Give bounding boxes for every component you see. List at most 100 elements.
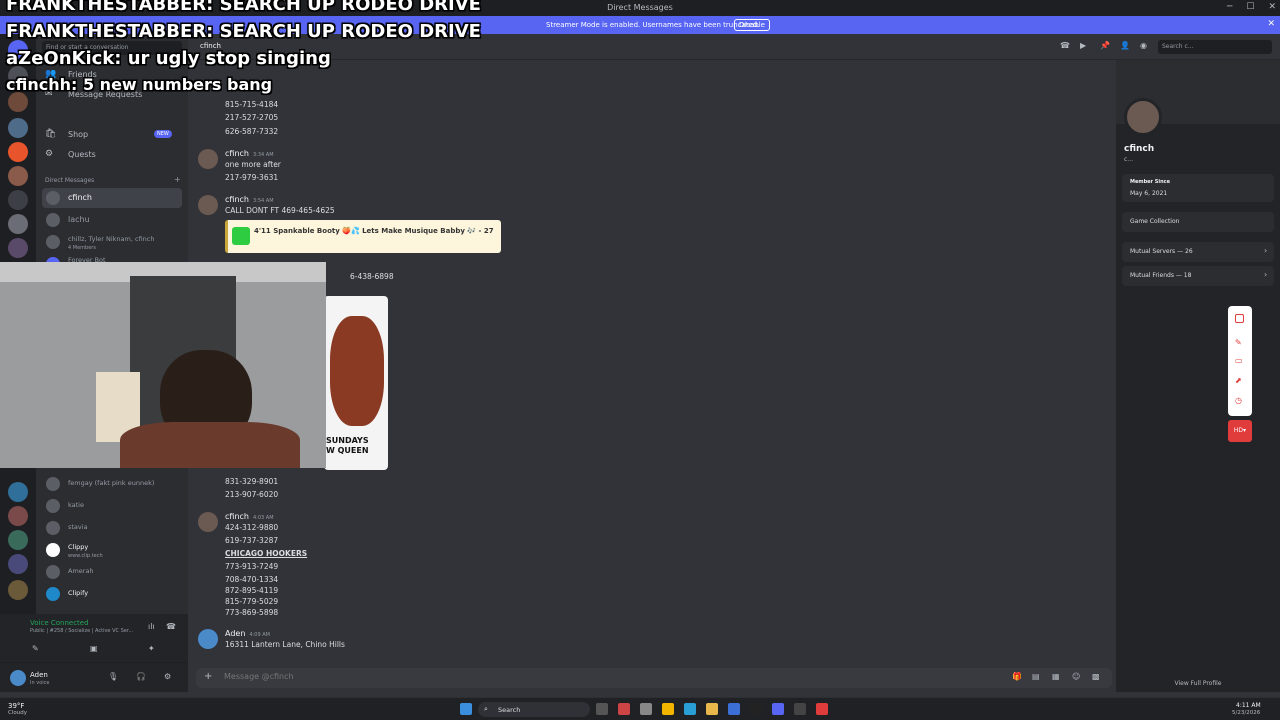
nav-quests[interactable]: ⚙ Quests [42,146,182,164]
dm-item[interactable]: cfinch [42,188,182,208]
pin-icon[interactable]: 📌 [1100,41,1110,50]
message-author[interactable]: cfinch [225,149,249,158]
nav-shop[interactable]: 🛍 Shop NEW [42,126,182,144]
emoji-icon[interactable]: ☺ [1072,672,1080,681]
avatar[interactable] [198,512,218,532]
video-call-icon[interactable]: ▶ [1080,41,1086,50]
gift-icon[interactable]: 🎁 [1012,672,1022,681]
message-author[interactable]: cfinch [225,195,249,204]
apps-icon[interactable]: ▩ [1092,672,1100,681]
server-icon[interactable] [8,482,28,502]
home-icon[interactable] [8,40,28,60]
add-dm-icon[interactable]: + [174,175,181,184]
hd-badge-icon[interactable]: HD▾ [1228,420,1252,442]
close-banner-icon[interactable]: ✕ [1267,19,1275,29]
disconnect-icon[interactable]: ☎ [166,622,176,631]
profile-toggle-icon[interactable]: ◉ [1140,41,1147,50]
message-line: 424-312-9880 [225,523,279,532]
folder-icon[interactable] [706,703,718,715]
profile-avatar[interactable] [1124,98,1162,136]
image-content [330,316,384,426]
weather-temp[interactable]: 39°F [8,702,24,710]
nav-message-requests[interactable]: ✉ Message Requests [42,86,182,104]
add-friends-icon[interactable]: 👤 [1120,41,1130,50]
app-icon[interactable] [750,703,762,715]
minimize-icon[interactable]: ─ [1227,2,1232,12]
message-author[interactable]: Aden [225,629,245,638]
attach-icon[interactable]: + [204,671,212,682]
edge-icon[interactable] [684,703,696,715]
mic-icon[interactable]: 🎙 [108,672,118,681]
record-icon[interactable] [1235,314,1244,323]
view-full-profile-link[interactable]: View Full Profile [1116,680,1280,687]
dm-item[interactable]: femgay (fakt pink eunnek) [42,474,182,494]
message-author[interactable]: cfinch [225,512,249,521]
gif-icon[interactable]: ▤ [1032,672,1040,681]
activities-icon[interactable]: ✦ [148,644,155,653]
clock-time: 4:11 AM [1236,702,1261,709]
link-embed[interactable]: 4'11 Spankable Booty 🍑💦 Lets Make Musiqu… [225,220,501,253]
search-input[interactable]: Search c... [1158,40,1272,54]
windows-start-icon[interactable] [460,703,472,715]
dm-item[interactable]: Amerah [42,562,182,582]
close-window-icon[interactable]: ✕ [1268,2,1276,12]
disable-streamer-button[interactable]: Disable [734,19,770,31]
avatar[interactable] [198,195,218,215]
app-icon[interactable] [640,703,652,715]
server-icon[interactable] [8,92,28,112]
sticker-icon[interactable]: ▦ [1052,672,1060,681]
maximize-icon[interactable]: ☐ [1246,2,1254,12]
settings-icon[interactable]: ⚙ [164,672,171,681]
message-line: CHICAGO HOOKERS [225,549,308,558]
dm-item[interactable]: stavia [42,518,182,538]
dm-item[interactable]: katie [42,496,182,516]
message-input[interactable] [224,672,924,681]
server-icon[interactable] [8,214,28,234]
crop-icon[interactable]: ▭ [1235,356,1243,365]
find-conversation-input[interactable]: Find or start a conversation [42,41,182,55]
game-collection-label: Game Collection [1130,218,1180,225]
dm-item[interactable]: chillz, Tyler Niknam, cfinch 4 Members [42,232,182,254]
message-composer: + 🎁 ▤ ▦ ☺ ▩ [196,668,1112,688]
screenshare-icon[interactable]: ▣ [90,644,98,653]
pen-icon[interactable]: ✎ [1235,338,1242,347]
server-icon[interactable] [8,66,28,86]
friends-icon: 👥 [45,69,57,79]
server-icon[interactable] [8,580,28,600]
server-icon[interactable] [8,506,28,526]
mutual-friends[interactable]: Mutual Friends — 18 › [1122,266,1274,286]
server-icon[interactable] [8,190,28,210]
voice-channel: Public | #258 / Socialize | Active VC Se… [30,628,134,634]
chrome-icon[interactable] [662,703,674,715]
timer-icon[interactable]: ◷ [1235,396,1242,405]
server-icon[interactable] [8,530,28,550]
message-line: 16311 Lantern Lane, Chino Hills [225,640,345,649]
discord-icon[interactable] [772,703,784,715]
voice-signal-icon[interactable]: ılı [148,622,155,631]
app-icon[interactable] [816,703,828,715]
server-icon[interactable] [8,238,28,258]
chart-icon[interactable]: ⬈ [1235,376,1242,385]
app-icon[interactable] [618,703,630,715]
server-icon[interactable] [8,554,28,574]
server-icon[interactable] [8,166,28,186]
avatar[interactable] [10,670,26,686]
headphones-icon[interactable]: 🎧 [136,672,146,681]
dm-item[interactable]: lachu [42,210,182,230]
call-icon[interactable]: ☎ [1060,41,1070,50]
avatar[interactable] [198,149,218,169]
app-icon[interactable] [794,703,806,715]
server-icon[interactable] [8,142,28,162]
dm-item[interactable]: Clippy www.clip.tech [42,540,182,562]
image-attachment[interactable]: SUNDAYS W QUEEN [324,296,388,470]
game-collection[interactable]: Game Collection [1122,212,1274,232]
task-view-icon[interactable] [596,703,608,715]
dm-item[interactable]: Clipify [42,584,182,604]
app-icon[interactable] [728,703,740,715]
avatar[interactable] [198,629,218,649]
video-icon[interactable]: ✎ [32,644,39,653]
taskbar-search[interactable]: ⌕ Search [478,702,590,717]
mutual-servers[interactable]: Mutual Servers — 26 › [1122,242,1274,262]
nav-friends[interactable]: 👥 Friends [42,66,182,84]
server-icon[interactable] [8,118,28,138]
